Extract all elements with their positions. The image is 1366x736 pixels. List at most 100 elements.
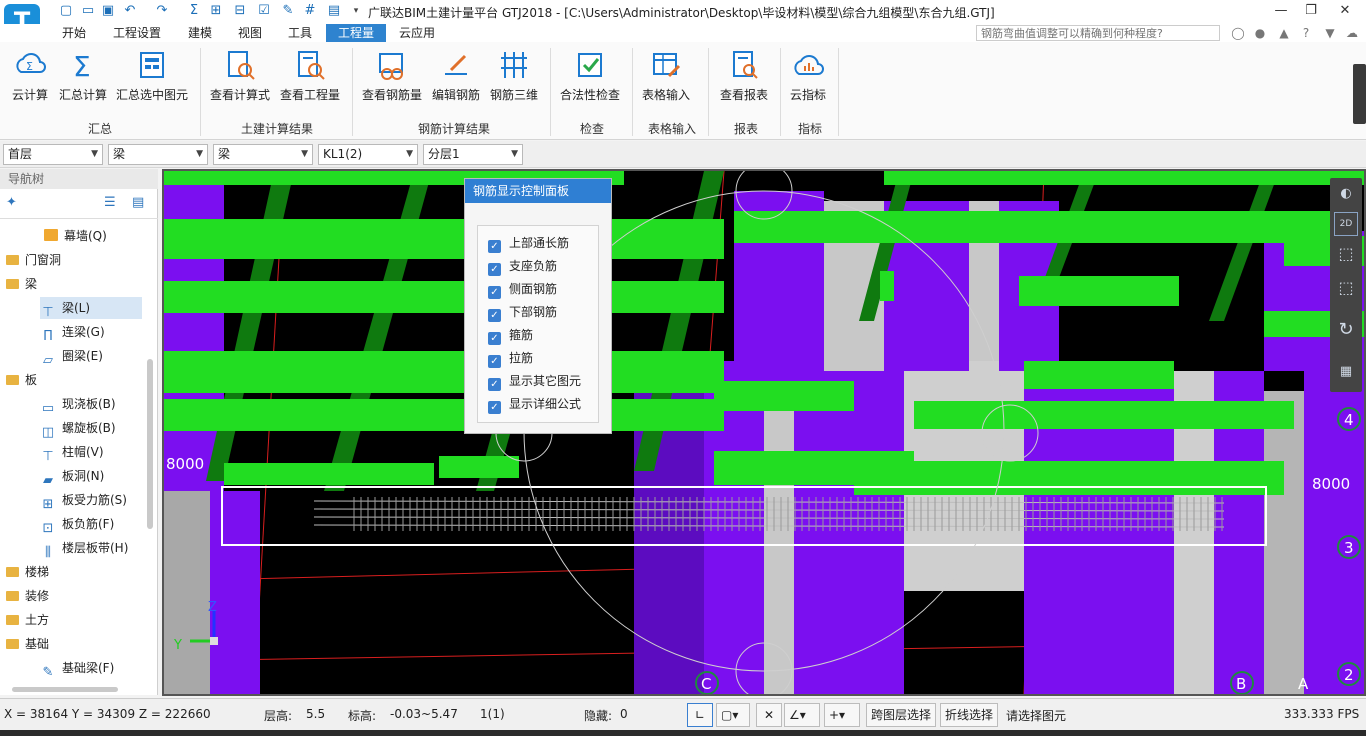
view-quantity-button[interactable]: 查看工程量	[278, 48, 342, 103]
view-2d-button[interactable]: 2D	[1334, 212, 1358, 236]
view-report-button[interactable]: 查看报表	[716, 48, 772, 103]
view-iso-cube-icon[interactable]: ⬚	[1334, 276, 1358, 300]
cross-layer-select-button[interactable]: 跨图层选择	[866, 703, 937, 727]
nav-item-earthwork[interactable]: 土方	[6, 609, 49, 631]
option-support-rebar[interactable]: ✓ 支座负筋	[488, 257, 557, 276]
check-icon[interactable]: ☑	[256, 3, 272, 19]
notification-icon[interactable]: ▲	[1276, 25, 1292, 41]
nav-item-stairs[interactable]: 楼梯	[6, 561, 49, 583]
checkbox-checked-icon[interactable]: ✓	[488, 263, 501, 276]
nav-item-foundation-beam[interactable]: ✎ 基础梁(F)	[40, 657, 115, 680]
option-show-formula[interactable]: ✓ 显示详细公式	[488, 395, 581, 414]
component-select[interactable]: KL1(2) ▼	[318, 144, 418, 165]
checkbox-checked-icon[interactable]: ✓	[488, 309, 501, 322]
nav-item-slab-rebar[interactable]: ⊞ 板受力筋(S)	[40, 489, 127, 512]
floor-select[interactable]: 首层 ▼	[3, 144, 103, 165]
nav-item-floor-band[interactable]: ⫼ 楼层板带(H)	[40, 537, 128, 560]
option-top-rebar[interactable]: ✓ 上部通长筋	[488, 234, 569, 253]
nav-item-column-cap[interactable]: ⊤ 柱帽(V)	[40, 441, 103, 464]
redo-icon[interactable]: ↷	[154, 3, 170, 19]
checkbox-checked-icon[interactable]: ✓	[488, 378, 501, 391]
expand-all-icon[interactable]: ✦	[6, 195, 17, 210]
view-formula-button[interactable]: 查看计算式	[208, 48, 272, 103]
customize-qa-icon[interactable]: ▾	[348, 3, 364, 19]
help-icon[interactable]: ?	[1298, 25, 1314, 41]
view-calc-icon[interactable]: ⊞	[208, 3, 224, 19]
table-input-button[interactable]: 表格输入	[638, 48, 694, 103]
nav-item-cast-slab[interactable]: ▭ 现浇板(B)	[40, 393, 116, 416]
nav-horizontal-scrollbar[interactable]	[12, 687, 118, 692]
list-view-icon[interactable]: ☰	[104, 195, 116, 210]
tab-view[interactable]: 视图	[228, 24, 272, 42]
edit-rebar-icon[interactable]: ✎	[280, 3, 296, 19]
save-icon[interactable]: ▣	[100, 3, 116, 19]
close-button[interactable]: ✕	[1334, 2, 1356, 20]
rebar-panel-title[interactable]: 钢筋显示控制面板	[465, 179, 611, 203]
user-icon[interactable]: ◯	[1230, 25, 1246, 41]
sum-icon[interactable]: Σ	[186, 3, 202, 19]
layout-icon[interactable]: ▦	[1334, 360, 1358, 384]
ortho-toggle-icon[interactable]: ∟	[687, 703, 713, 727]
checkbox-checked-icon[interactable]: ✓	[488, 332, 501, 345]
nav-item-beam-l[interactable]: ⊤ 梁(L)	[40, 297, 142, 320]
nav-item-link-beam[interactable]: Π 连梁(G)	[40, 321, 105, 344]
nav-item-slab-hole[interactable]: ▰ 板洞(N)	[40, 465, 104, 488]
summary-selected-button[interactable]: 汇总选中图元	[114, 48, 190, 103]
option-tie[interactable]: ✓ 拉筋	[488, 349, 533, 368]
nav-item-slabs[interactable]: 板	[6, 369, 37, 391]
cloud-index-button[interactable]: 云指标	[786, 48, 830, 103]
tab-project-settings[interactable]: 工程设置	[104, 24, 170, 42]
offset-snap-button[interactable]: +▾	[824, 703, 860, 727]
nav-item-curtain-wall[interactable]: 幕墙(Q)	[44, 225, 107, 247]
shirt-icon[interactable]: ▼	[1322, 25, 1338, 41]
tab-modeling[interactable]: 建模	[178, 24, 222, 42]
rebar-3d-button[interactable]: 钢筋三维	[488, 48, 540, 103]
view-3d-cube-icon[interactable]: ⬚	[1334, 242, 1358, 266]
new-file-icon[interactable]: ▢	[58, 3, 74, 19]
view-rebar-button[interactable]: 查看钢筋量	[360, 48, 424, 103]
summary-calc-button[interactable]: Σ 汇总计算	[56, 48, 110, 103]
undo-icon[interactable]: ↶	[122, 3, 138, 19]
layer-select[interactable]: 分层1 ▼	[423, 144, 523, 165]
option-stirrup[interactable]: ✓ 箍筋	[488, 326, 533, 345]
nav-scrollbar[interactable]	[147, 359, 153, 529]
cross-snap-icon[interactable]: ✕	[756, 703, 782, 727]
cloud-calc-button[interactable]: Σ 云计算	[8, 48, 52, 103]
tab-quantities[interactable]: 工程量	[326, 24, 386, 42]
option-side-rebar[interactable]: ✓ 侧面钢筋	[488, 280, 557, 299]
option-bottom-rebar[interactable]: ✓ 下部钢筋	[488, 303, 557, 322]
tab-start[interactable]: 开始	[52, 24, 96, 42]
help-search-input[interactable]	[976, 25, 1220, 41]
nav-item-beams[interactable]: 梁	[6, 273, 37, 295]
nav-item-foundation[interactable]: 基础	[6, 633, 49, 655]
restore-button[interactable]: ❐	[1300, 2, 1322, 20]
nav-item-doors-windows[interactable]: 门窗洞	[6, 249, 61, 271]
report-icon[interactable]: ▤	[326, 3, 342, 19]
option-show-other[interactable]: ✓ 显示其它图元	[488, 372, 581, 391]
tab-tools[interactable]: 工具	[278, 24, 322, 42]
nav-item-slab-neg-rebar[interactable]: ⊡ 板负筋(F)	[40, 513, 115, 536]
view-quantity-icon[interactable]: ⊟	[232, 3, 248, 19]
tab-cloud-apps[interactable]: 云应用	[390, 24, 444, 42]
checkbox-checked-icon[interactable]: ✓	[488, 240, 501, 253]
minimize-button[interactable]: —	[1270, 2, 1292, 20]
angle-snap-button[interactable]: ∠▾	[784, 703, 820, 727]
nav-item-ring-beam[interactable]: ▱ 圈梁(E)	[40, 345, 103, 368]
rebar-3d-icon[interactable]: #	[302, 3, 318, 19]
open-file-icon[interactable]: ▭	[80, 3, 96, 19]
render-mode-icon[interactable]: ◐	[1334, 182, 1358, 206]
checkbox-checked-icon[interactable]: ✓	[488, 401, 501, 414]
snap-mode-button[interactable]: ▢▾	[716, 703, 750, 727]
type-select[interactable]: 梁 ▼	[213, 144, 313, 165]
cloud-menu-icon[interactable]: ☁	[1344, 25, 1360, 41]
checkbox-checked-icon[interactable]: ✓	[488, 355, 501, 368]
nav-item-spiral-slab[interactable]: ◫ 螺旋板(B)	[40, 417, 116, 440]
message-icon[interactable]: ●	[1252, 25, 1268, 41]
category-select[interactable]: 梁 ▼	[108, 144, 208, 165]
rotate-icon[interactable]: ↻	[1334, 318, 1358, 342]
tree-settings-icon[interactable]: ▤	[132, 195, 144, 210]
3d-viewport[interactable]: 8000 8000 4 3 2 C B A Z Y	[162, 169, 1366, 696]
validity-check-button[interactable]: 合法性检查	[558, 48, 622, 103]
checkbox-checked-icon[interactable]: ✓	[488, 286, 501, 299]
edit-rebar-button[interactable]: 编辑钢筋	[430, 48, 482, 103]
